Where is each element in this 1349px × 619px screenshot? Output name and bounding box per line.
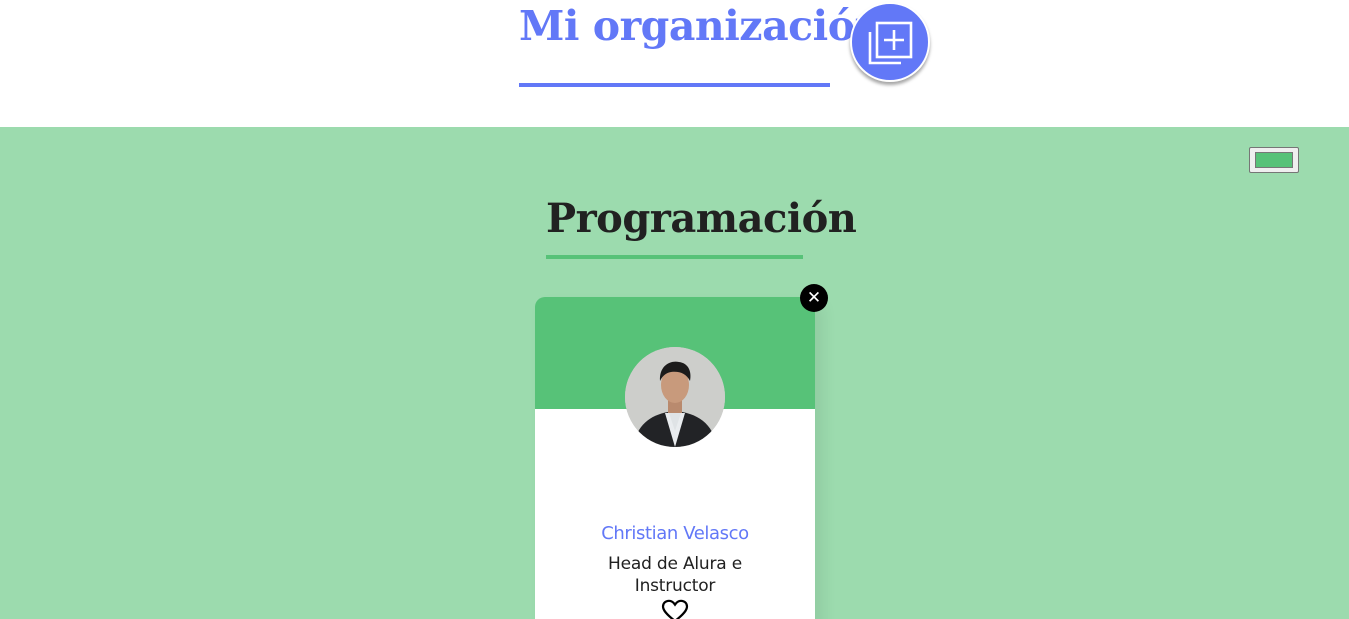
member-role: Head de Alura e Instructor: [608, 554, 742, 596]
add-copy-icon: [868, 21, 913, 65]
member-card: Christian Velasco Head de Alura e Instru…: [535, 297, 815, 619]
add-form-toggle-button[interactable]: [850, 2, 930, 82]
header: Mi organización: [0, 0, 1349, 127]
color-swatch: [1255, 152, 1293, 168]
title-underline: [519, 83, 830, 87]
member-name: Christian Velasco: [601, 523, 749, 544]
team-title: Programación: [546, 195, 857, 242]
team-title-underline: [546, 255, 803, 259]
close-icon: ✕: [806, 288, 822, 308]
team-color-picker[interactable]: [1249, 147, 1299, 173]
avatar: [625, 347, 725, 447]
organization-title: Mi organización: [519, 2, 884, 50]
delete-member-button[interactable]: ✕: [800, 284, 828, 312]
favorite-button[interactable]: [661, 599, 689, 619]
team-section: Programación Christian Velasco Head de A…: [0, 127, 1349, 619]
heart-outline-icon: [661, 599, 689, 619]
